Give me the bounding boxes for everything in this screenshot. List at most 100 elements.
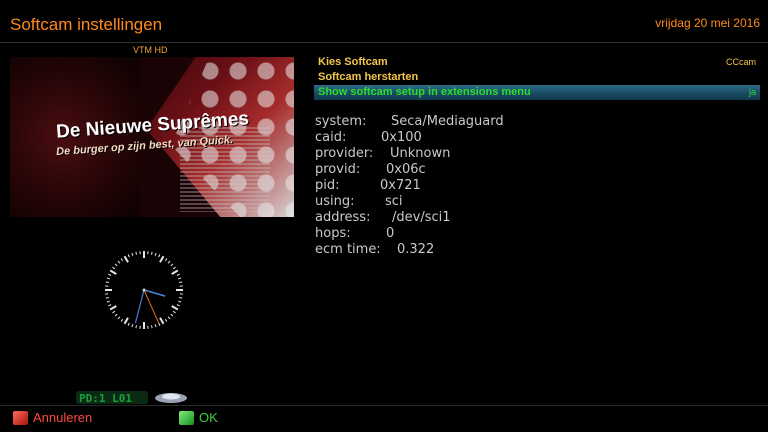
clock-minute-tick (105, 296, 109, 299)
clock-minute-tick (131, 324, 134, 328)
info-key: ecm time: (315, 242, 381, 257)
clock-minute-tick (154, 252, 157, 256)
info-row-caid: caid: 0x100 (315, 130, 565, 146)
info-key: pid: (315, 178, 340, 193)
clock-minute-tick (127, 254, 130, 258)
clock-minute-tick (154, 324, 157, 328)
clock-minute-tick (172, 310, 176, 314)
clock-minute-tick (150, 251, 153, 255)
clock-minute-tick (112, 310, 116, 314)
clock-minute-tick (114, 263, 118, 267)
info-value: Unknown (390, 146, 451, 161)
clock-hour-tick (159, 255, 165, 263)
green-key-icon (179, 411, 194, 425)
receiver-status-badge: PD:1 L01 (76, 391, 187, 405)
info-row-address: address: /dev/sci1 (315, 210, 565, 226)
info-key: provid: (315, 162, 361, 177)
clock-minute-tick (135, 251, 138, 255)
clock-minute-tick (131, 252, 134, 256)
menu-item-label: Show softcam setup in extensions menu (318, 86, 531, 98)
info-row-provid: provid: 0x06c (315, 162, 565, 178)
menu-item-kies-softcam[interactable]: Kies Softcam CCcam (314, 55, 760, 70)
clock-minute-tick (158, 322, 161, 326)
clock-minute-tick (108, 273, 112, 276)
dish-highlight-icon (162, 393, 180, 400)
clock-hour-tick (171, 269, 179, 275)
clock-minute-tick (114, 313, 118, 317)
cancel-button[interactable]: Annuleren (13, 410, 92, 426)
info-key: provider: (315, 146, 374, 161)
softcam-menu: Kies Softcam CCcam Softcam herstarten Sh… (314, 55, 760, 100)
info-value: 0x721 (380, 178, 421, 193)
clock-minute-tick (150, 325, 153, 329)
clock-minute-tick (117, 316, 121, 320)
info-value: 0x100 (381, 130, 422, 145)
title-divider (0, 42, 768, 43)
channel-name: VTM HD (133, 45, 168, 55)
ecm-info-panel: system: Seca/Mediaguard caid: 0x100 provid… (315, 114, 565, 258)
clock-minute-tick (176, 273, 180, 276)
info-key: caid: (315, 130, 347, 145)
menu-item-value: CCcam (725, 57, 756, 67)
clock-minute-tick (170, 263, 174, 267)
menu-item-softcam-herstarten[interactable]: Softcam herstarten (314, 70, 760, 85)
clock-minute-tick (127, 322, 130, 326)
ok-button-label: OK (199, 410, 218, 425)
clock-second-hand (143, 289, 160, 324)
info-value: 0 (386, 226, 395, 241)
clock-center (142, 288, 146, 292)
clock-minute-hand (134, 289, 145, 324)
clock-minute-tick (120, 318, 124, 322)
clock-minute-tick (158, 254, 161, 258)
clock-minute-tick (112, 266, 116, 270)
clock-minute-tick (170, 313, 174, 317)
info-row-using: using: sci (315, 194, 565, 210)
info-value: 0x06c (386, 162, 426, 177)
clock-minute-tick (164, 258, 168, 262)
clock-minute-tick (135, 325, 138, 329)
clock-minute-tick (167, 316, 171, 320)
clock-minute-tick (108, 304, 112, 307)
clock-hour-hand (143, 289, 166, 297)
ok-button[interactable]: OK (179, 410, 218, 426)
clock-minute-tick (167, 260, 171, 264)
clock-minute-tick (105, 281, 109, 284)
clock-minute-tick (106, 277, 110, 280)
info-row-pid: pid: 0x721 (315, 178, 565, 194)
clock-minute-tick (164, 318, 168, 322)
menu-item-label: Kies Softcam (318, 56, 388, 68)
badge-text: PD:1 L01 (79, 392, 132, 405)
info-value: Seca/Mediaguard (391, 114, 504, 129)
clock-hour-tick (123, 317, 129, 325)
menu-item-label: Softcam herstarten (318, 71, 419, 83)
info-row-ecm-time: ecm time: 0.322 (315, 242, 565, 258)
info-row-system: system: Seca/Mediaguard (315, 114, 565, 130)
menu-item-value: ja (748, 87, 756, 97)
clock-hour-tick (109, 305, 117, 311)
info-key: address: (315, 210, 371, 225)
footer-divider (0, 405, 768, 406)
cancel-button-label: Annuleren (33, 410, 93, 425)
info-key: hops: (315, 226, 351, 241)
clock-minute-tick (172, 266, 176, 270)
clock-minute-tick (117, 260, 121, 264)
clock-minute-tick (178, 300, 182, 303)
clock-hour-tick (171, 305, 179, 311)
info-key: system: (315, 114, 367, 129)
info-row-hops: hops: 0 (315, 226, 565, 242)
clock-minute-tick (179, 281, 183, 284)
info-value: /dev/sci1 (392, 210, 451, 225)
info-value: sci (385, 194, 403, 209)
analog-clock (105, 251, 183, 329)
info-value: 0.322 (397, 242, 435, 257)
clock-minute-tick (178, 277, 182, 280)
clock-hour-tick (109, 269, 117, 275)
date-label: vrijdag 20 mei 2016 (655, 16, 760, 30)
red-key-icon (13, 411, 28, 425)
info-row-provider: provider: Unknown (315, 146, 565, 162)
clock-minute-tick (176, 304, 180, 307)
screen-title: Softcam instellingen (10, 15, 163, 34)
tv-preview: De Nieuwe Suprêmes De burger op zijn bes… (10, 57, 294, 217)
menu-item-show-softcam-setup[interactable]: Show softcam setup in extensions menu ja (314, 85, 760, 100)
clock-minute-tick (120, 258, 124, 262)
